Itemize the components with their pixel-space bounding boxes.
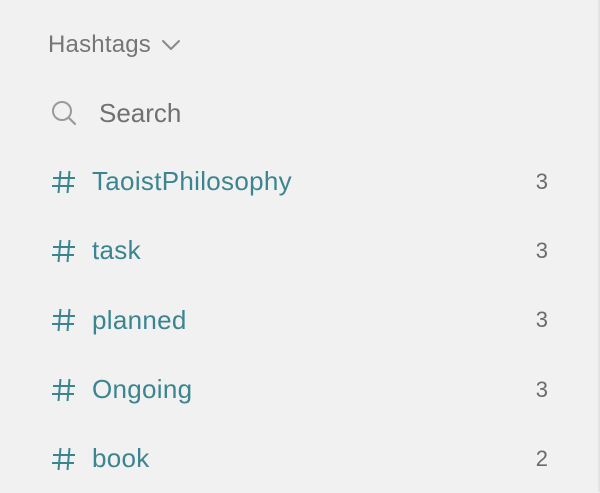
hashtag-item-book[interactable]: book 2: [0, 424, 598, 493]
search-input[interactable]: [99, 97, 499, 129]
hashtag-item-ongoing[interactable]: Ongoing 3: [0, 355, 598, 424]
hashtag-icon: [51, 169, 77, 195]
hashtag-count: 3: [535, 237, 548, 263]
hashtag-list: TaoistPhilosophy 3 task 3 planned 3 Ongo…: [0, 147, 598, 493]
section-title: Hashtags: [48, 31, 151, 58]
search-icon: [50, 98, 80, 128]
hashtag-count: 3: [535, 307, 548, 333]
chevron-down-icon[interactable]: [161, 38, 181, 52]
hashtag-name: planned: [92, 304, 187, 335]
hashtag-item-planned[interactable]: planned 3: [0, 286, 598, 355]
hashtag-count: 3: [535, 168, 548, 194]
hashtag-icon: [51, 307, 77, 333]
hashtag-name: task: [92, 235, 141, 266]
hashtag-count: 3: [535, 376, 548, 402]
hashtag-count: 2: [535, 445, 548, 471]
search-bar[interactable]: [50, 92, 550, 134]
hashtags-section-header[interactable]: Hashtags: [48, 28, 181, 62]
hashtag-item-task[interactable]: task 3: [0, 216, 598, 285]
hashtag-icon: [51, 377, 77, 403]
hashtag-icon: [51, 446, 77, 472]
hashtag-name: TaoistPhilosophy: [92, 166, 292, 197]
hashtag-icon: [51, 238, 77, 264]
hashtag-item-taoistphilosophy[interactable]: TaoistPhilosophy 3: [0, 147, 598, 216]
hashtag-name: Ongoing: [92, 374, 193, 405]
hashtag-name: book: [92, 443, 150, 474]
